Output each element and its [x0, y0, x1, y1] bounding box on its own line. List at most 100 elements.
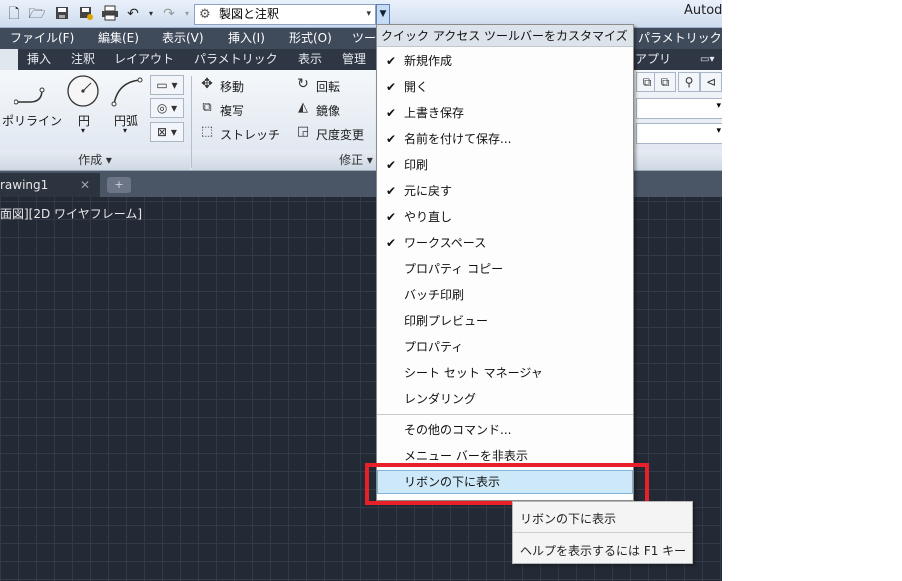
- menu-item-label: プロパティ: [404, 340, 464, 354]
- ribbon-options-icon[interactable]: ▭▾: [700, 49, 714, 70]
- checkmark-icon: ✔: [386, 158, 397, 172]
- app-title: Autode: [684, 3, 722, 18]
- menu-item[interactable]: ✔ 上書き保存: [377, 100, 633, 126]
- customize-qa-menu: クイック アクセス ツールバーをカスタマイズ ✔ 新規作成 ✔ 開く ✔ 上書き保存 ✔ 名前…: [376, 24, 634, 501]
- layer-tool-4-button[interactable]: ⊲: [700, 72, 722, 92]
- save-as-icon[interactable]: [77, 5, 95, 23]
- circle-dropdown-icon[interactable]: ▾: [81, 126, 85, 135]
- menu-item[interactable]: ✔ 新規作成: [377, 48, 633, 74]
- menu-item[interactable]: ✔ 印刷: [377, 152, 633, 178]
- draw-panel-title: 作成 ▾: [78, 153, 112, 167]
- circle-icon[interactable]: [66, 74, 100, 108]
- layer-tool-2-button[interactable]: ⧉: [654, 72, 676, 92]
- mirror-button[interactable]: 鏡像: [316, 102, 340, 119]
- menu-item-label: バッチ印刷: [404, 288, 465, 302]
- rotate-button[interactable]: 回転: [316, 78, 340, 95]
- menu-item[interactable]: バッチ印刷: [377, 282, 633, 308]
- rectangle-button[interactable]: ▭ ▾: [150, 75, 184, 95]
- copy-icon[interactable]: ⧉: [198, 100, 216, 118]
- menu-file[interactable]: ファイル(F): [10, 28, 74, 49]
- tab-manage[interactable]: 管理: [342, 49, 366, 70]
- menu-edit[interactable]: 編集(E): [98, 28, 139, 49]
- viewport-controls[interactable]: 面図][2D ワイヤフレーム]: [0, 205, 142, 222]
- redo-icon[interactable]: ↷: [160, 5, 178, 23]
- workspace-value: 製図と注釈: [219, 7, 280, 21]
- move-button[interactable]: 移動: [220, 78, 244, 95]
- save-icon[interactable]: [53, 5, 71, 23]
- checkmark-icon: ✔: [386, 106, 397, 120]
- menu-view[interactable]: 表示(V): [162, 28, 204, 49]
- tooltip: リボンの下に表示 ヘルプを表示するには F1 キー: [512, 501, 693, 564]
- checkmark-icon: ✔: [386, 236, 397, 250]
- workspace-select[interactable]: ⚙ 製図と注釈 ▾: [194, 4, 376, 25]
- menu-tools[interactable]: ツー: [352, 28, 376, 49]
- menu-item-label: 名前を付けて保存...: [404, 132, 512, 146]
- new-tab-button[interactable]: +: [107, 177, 131, 193]
- menu-item[interactable]: レンダリング: [377, 386, 633, 412]
- close-icon[interactable]: ✕: [80, 173, 90, 197]
- menu-item[interactable]: プロパティ コピー: [377, 256, 633, 282]
- menu-item[interactable]: プロパティ: [377, 334, 633, 360]
- menu-item[interactable]: シート セット マネージャ: [377, 360, 633, 386]
- menu-item-label: シート セット マネージャ: [404, 366, 543, 380]
- tooltip-help-text: ヘルプを表示するには F1 キー: [520, 544, 687, 558]
- gear-icon: ⚙: [199, 7, 211, 22]
- mirror-icon[interactable]: ◭: [294, 100, 312, 118]
- menu-item[interactable]: ✔ 元に戻す: [377, 178, 633, 204]
- checkmark-icon: ✔: [386, 80, 397, 94]
- more-commands-item[interactable]: その他のコマンド...: [377, 417, 633, 443]
- menu-header: クイック アクセス ツールバーをカスタマイズ: [377, 25, 633, 47]
- rotate-icon[interactable]: ↻: [294, 76, 312, 94]
- boundary-button[interactable]: ⊠ ▾: [150, 122, 184, 142]
- checkmark-icon: ✔: [386, 54, 397, 68]
- checkmark-icon: ✔: [386, 210, 397, 224]
- menu-item-label: 印刷プレビュー: [404, 314, 489, 328]
- scale-button[interactable]: 尺度変更: [316, 126, 364, 143]
- draw-panel-footer[interactable]: 作成 ▾: [0, 150, 190, 170]
- tab-drawing1[interactable]: rawing1 ✕: [0, 173, 100, 197]
- layers-panel-footer[interactable]: [634, 150, 722, 170]
- copy-button[interactable]: 複写: [220, 102, 244, 119]
- arc-icon[interactable]: [110, 76, 144, 108]
- menu-item[interactable]: ✔ 開く: [377, 74, 633, 100]
- tab-parametric[interactable]: パラメトリック: [194, 49, 278, 70]
- property-dropdown[interactable]: ▾: [636, 123, 722, 144]
- customize-qa-toolbar-button[interactable]: ▼: [376, 4, 390, 25]
- polyline-icon[interactable]: [13, 80, 54, 110]
- menu-divider: [377, 414, 633, 415]
- menu-item[interactable]: ✔ やり直し: [377, 204, 633, 230]
- scale-icon[interactable]: ◲: [294, 124, 312, 142]
- tab-apps[interactable]: アプリ: [635, 49, 671, 70]
- stretch-button[interactable]: ストレッチ: [220, 126, 280, 143]
- checkmark-icon: ✔: [386, 184, 397, 198]
- menu-item-label: プロパティ コピー: [404, 262, 504, 276]
- open-icon[interactable]: 🗁: [28, 5, 46, 23]
- undo-icon[interactable]: ↶: [124, 5, 142, 23]
- modify-panel-footer[interactable]: 修正 ▾: [192, 150, 376, 170]
- undo-dropdown-icon[interactable]: ▾: [142, 5, 160, 23]
- menu-item-label: 上書き保存: [404, 106, 465, 120]
- menu-insert[interactable]: 挿入(I): [228, 28, 265, 49]
- menu-parametric[interactable]: パラメトリック(: [638, 28, 722, 49]
- menu-format[interactable]: 形式(O): [289, 28, 332, 49]
- tab-home[interactable]: [0, 49, 18, 70]
- tab-view[interactable]: 表示: [298, 49, 322, 70]
- menu-item-label: 元に戻す: [404, 184, 453, 198]
- layer-dropdown[interactable]: ▾: [636, 98, 722, 119]
- print-icon[interactable]: [101, 5, 119, 23]
- arc-dropdown-icon[interactable]: ▾: [123, 126, 127, 135]
- move-icon[interactable]: ✥: [198, 76, 216, 94]
- stretch-icon[interactable]: ⬚: [198, 124, 216, 142]
- menu-item-label: レンダリング: [404, 392, 477, 406]
- hatch-button[interactable]: ◎ ▾: [150, 98, 184, 118]
- tab-annotate[interactable]: 注釈: [71, 49, 95, 70]
- new-icon[interactable]: 🗋: [5, 5, 23, 23]
- menu-item-label: やり直し: [404, 210, 453, 224]
- tab-insert[interactable]: 挿入: [27, 49, 51, 70]
- menu-item-label: 開く: [404, 80, 429, 94]
- menu-item[interactable]: ✔ ワークスペース: [377, 230, 633, 256]
- menu-item[interactable]: ✔ 名前を付けて保存...: [377, 126, 633, 152]
- tab-layout[interactable]: レイアウト: [114, 49, 174, 70]
- layer-tool-3-button[interactable]: ⚲: [678, 72, 700, 92]
- menu-item[interactable]: 印刷プレビュー: [377, 308, 633, 334]
